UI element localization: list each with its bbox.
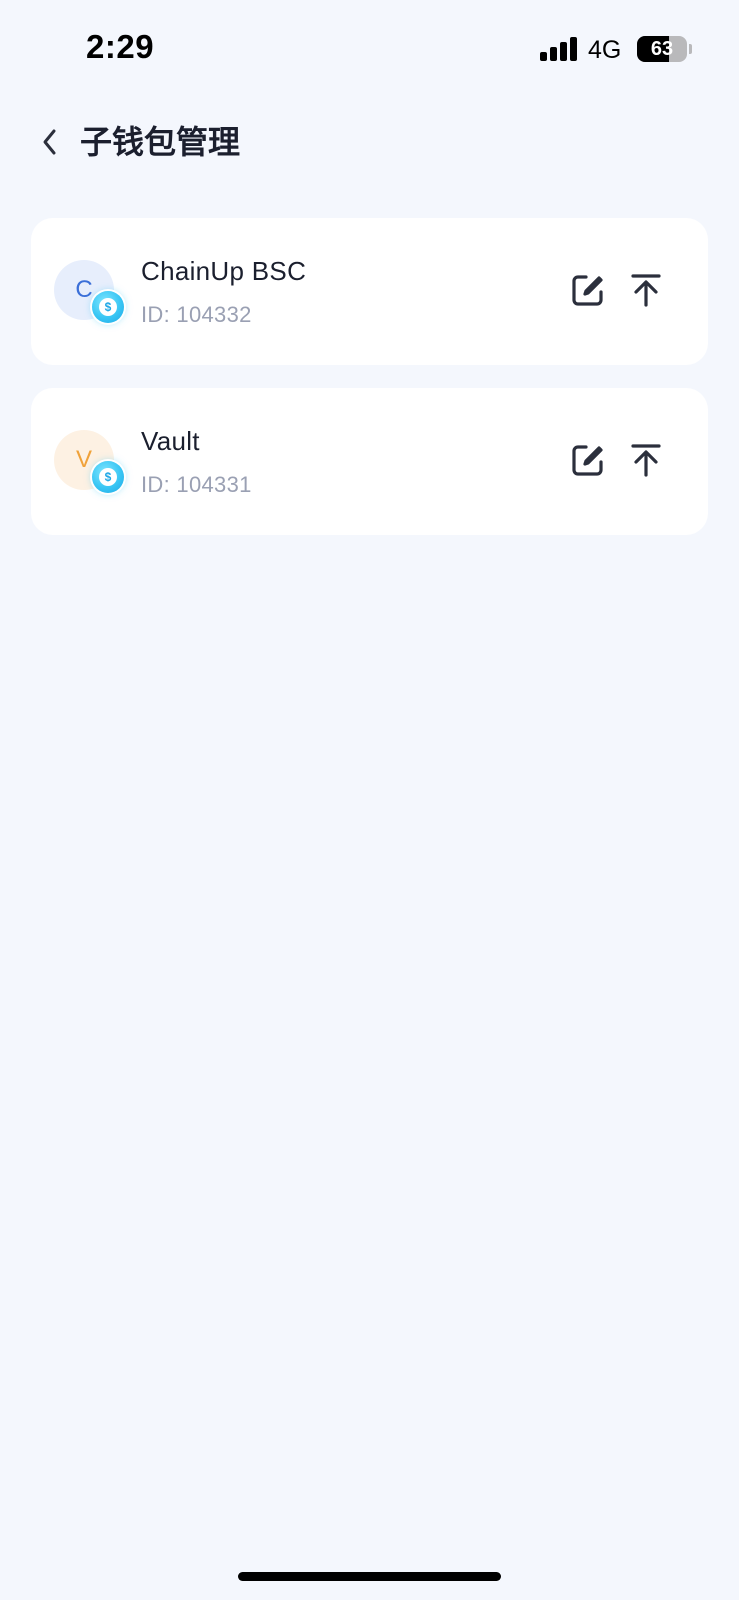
status-bar: 2:29 4G 63 xyxy=(0,0,739,100)
edit-icon xyxy=(572,445,603,476)
signal-strength-icon xyxy=(540,37,578,61)
pin-to-top-icon xyxy=(631,274,661,307)
edit-icon xyxy=(572,275,603,306)
edit-button[interactable] xyxy=(568,440,608,480)
battery-tip xyxy=(689,44,692,54)
home-indicator[interactable] xyxy=(238,1572,501,1581)
wallet-card[interactable]: V $ Vault ID: 104331 xyxy=(31,388,708,535)
back-button[interactable] xyxy=(30,122,70,162)
status-time: 2:29 xyxy=(86,28,155,65)
wallet-name: ChainUp BSC xyxy=(141,256,307,286)
chevron-left-icon xyxy=(43,129,56,155)
badge-symbol: $ xyxy=(99,298,117,316)
sub-wallet-management-screen: 2:29 4G 63 子钱包管理 C $ ChainUp BSC ID: 104… xyxy=(0,0,739,1600)
pin-to-top-button[interactable] xyxy=(626,440,666,480)
coin-shield-icon: $ xyxy=(92,291,124,323)
wallet-name: Vault xyxy=(141,426,200,456)
pin-to-top-button[interactable] xyxy=(626,270,666,310)
edit-button[interactable] xyxy=(568,270,608,310)
wallet-id: ID: 104332 xyxy=(141,302,252,327)
coin-shield-icon: $ xyxy=(92,461,124,493)
page-title: 子钱包管理 xyxy=(80,124,241,160)
pin-to-top-icon xyxy=(631,444,661,477)
network-type: 4G xyxy=(588,36,622,64)
battery-icon: 63 xyxy=(637,36,687,62)
wallet-list: C $ ChainUp BSC ID: 104332 V $ Vault ID:… xyxy=(31,218,708,558)
wallet-card[interactable]: C $ ChainUp BSC ID: 104332 xyxy=(31,218,708,365)
badge-symbol: $ xyxy=(99,468,117,486)
wallet-id: ID: 104331 xyxy=(141,472,252,497)
battery-percent: 63 xyxy=(650,38,674,60)
